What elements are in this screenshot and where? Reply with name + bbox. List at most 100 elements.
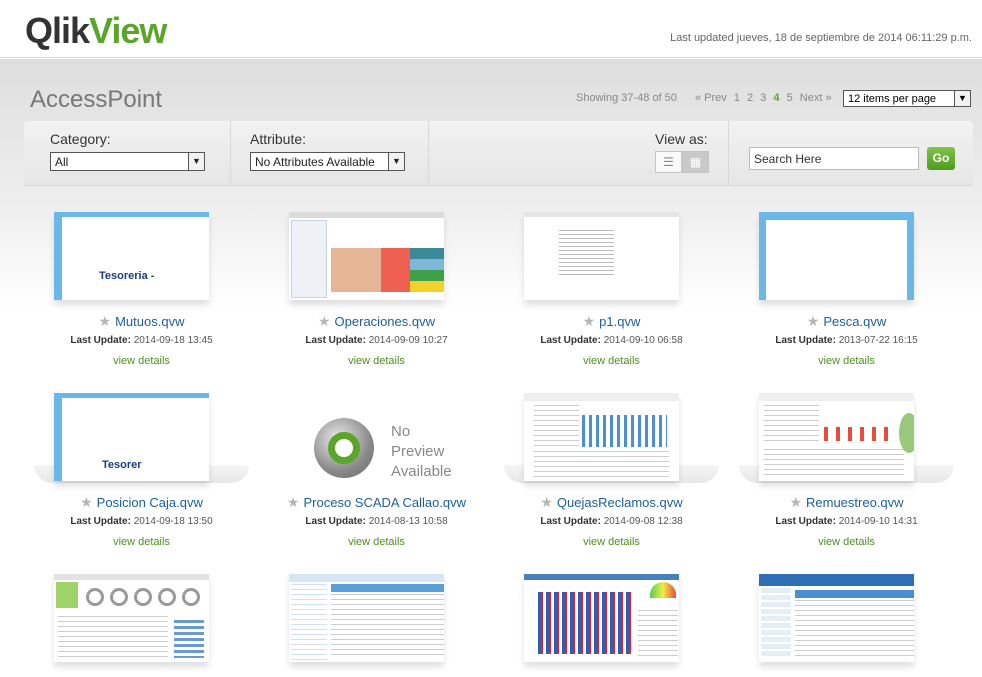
doc-tile: No Preview Available ★ Proceso SCADA Call… <box>259 393 494 563</box>
thumb-title: Tesoreria - <box>99 270 155 282</box>
attribute-select[interactable]: No Attributes Available ▼ <box>250 152 405 171</box>
last-update-value: 2014-09-09 10:27 <box>368 335 448 346</box>
doc-name-row: ★ Proceso SCADA Callao.qvw <box>259 494 494 511</box>
thumb-list <box>291 220 327 298</box>
last-update-value: 2014-09-08 12:38 <box>603 516 683 527</box>
doc-name-link[interactable]: Pesca.qvw <box>823 314 886 329</box>
thumb-block <box>331 248 381 292</box>
doc-tile: ★ Pesca.qvw Last Update: 2013-07-22 16:15… <box>729 212 964 382</box>
go-button[interactable]: Go <box>927 147 955 170</box>
last-update-value: 2013-07-22 16:15 <box>838 335 918 346</box>
doc-name-link[interactable]: Remuestreo.qvw <box>806 495 904 510</box>
last-update-value: 2014-08-13 10:58 <box>368 516 448 527</box>
doc-name-link[interactable]: Mutuos.qvw <box>115 314 184 329</box>
qlik-logo-icon <box>314 418 374 478</box>
view-details-link[interactable]: view details <box>259 355 494 367</box>
thumb-top-bar <box>54 393 209 398</box>
thumb-tabs <box>524 212 679 217</box>
thumb-block <box>56 582 78 608</box>
grid-view-button[interactable]: ▦ <box>682 151 709 173</box>
doc-thumbnail[interactable] <box>524 574 679 662</box>
thumb-block <box>410 281 444 292</box>
thumb-tabs <box>759 574 914 586</box>
logo-text-qlik: Qlik <box>25 10 90 51</box>
view-details-link[interactable]: view details <box>24 355 259 367</box>
category-label: Category: <box>50 131 111 147</box>
last-update-value: 2014-09-10 06:58 <box>603 335 683 346</box>
doc-thumbnail[interactable] <box>759 212 914 300</box>
no-preview-placeholder[interactable]: No Preview Available <box>314 418 454 488</box>
page-link-5[interactable]: 5 <box>787 92 793 104</box>
page-link-1[interactable]: 1 <box>734 92 740 104</box>
chevron-down-icon: ▼ <box>954 91 970 106</box>
divider <box>428 121 429 186</box>
thumb-gauge <box>182 588 200 606</box>
view-details-link[interactable]: view details <box>494 355 729 367</box>
doc-last-update: Last Update: 2014-09-10 06:58 <box>494 335 729 346</box>
thumb-bars <box>824 427 894 441</box>
last-update-value: 2014-09-18 13:45 <box>133 335 213 346</box>
star-icon[interactable]: ★ <box>807 313 820 329</box>
category-select[interactable]: All ▼ <box>50 152 205 171</box>
list-view-button[interactable]: ☰ <box>655 151 682 173</box>
no-preview-line: Preview <box>391 443 445 460</box>
thumb-title: Tesorer <box>102 459 142 471</box>
doc-name-link[interactable]: p1.qvw <box>599 314 640 329</box>
doc-last-update: Last Update: 2014-09-18 13:50 <box>24 516 259 527</box>
doc-name-link[interactable]: Proceso SCADA Callao.qvw <box>303 495 466 510</box>
page-link-3[interactable]: 3 <box>760 92 766 104</box>
qlikview-logo[interactable]: QlikView <box>25 10 167 52</box>
grid-icon: ▦ <box>689 155 702 169</box>
view-details-link[interactable]: view details <box>24 536 259 548</box>
view-details-link[interactable]: view details <box>729 355 964 367</box>
thumb-table <box>534 451 669 477</box>
view-details-link[interactable]: view details <box>259 536 494 548</box>
star-icon[interactable]: ★ <box>80 494 93 510</box>
thumb-table <box>764 449 904 477</box>
doc-thumbnail[interactable]: Tesorer <box>54 393 209 481</box>
doc-thumbnail[interactable] <box>289 212 444 300</box>
last-update-label: Last Update: <box>70 335 131 346</box>
last-update-label: Last Update: <box>540 516 601 527</box>
star-icon[interactable]: ★ <box>99 313 112 329</box>
doc-name-link[interactable]: Operaciones.qvw <box>335 314 435 329</box>
page-link-2[interactable]: 2 <box>747 92 753 104</box>
doc-thumbnail[interactable] <box>289 574 444 662</box>
chevron-down-icon: ▼ <box>188 153 204 170</box>
prev-link[interactable]: « Prev <box>695 92 727 104</box>
doc-last-update: Last Update: 2014-09-10 14:31 <box>729 516 964 527</box>
search-placeholder: Search Here <box>754 152 822 166</box>
page-title: AccessPoint <box>30 86 163 113</box>
search-input[interactable]: Search Here <box>749 147 919 170</box>
doc-thumbnail[interactable] <box>759 393 914 481</box>
star-icon[interactable]: ★ <box>540 494 553 510</box>
star-icon[interactable]: ★ <box>318 313 331 329</box>
thumb-tabs <box>524 393 679 401</box>
thumb-table <box>331 594 444 658</box>
star-icon[interactable]: ★ <box>789 494 802 510</box>
view-details-link[interactable]: view details <box>729 536 964 548</box>
doc-last-update: Last Update: 2014-09-08 12:38 <box>494 516 729 527</box>
thumb-header <box>795 590 914 598</box>
filter-toolbar: Category: All ▼ Attribute: No Attributes … <box>24 121 973 186</box>
doc-name-link[interactable]: QuejasReclamos.qvw <box>557 495 683 510</box>
doc-name-link[interactable]: Posicion Caja.qvw <box>97 495 203 510</box>
star-icon[interactable]: ★ <box>583 313 596 329</box>
last-update-label: Last Update: <box>775 516 836 527</box>
items-per-page-select[interactable]: 12 items per page ▼ <box>843 90 971 107</box>
thumb-table <box>638 610 678 658</box>
thumb-tabs <box>54 574 209 580</box>
doc-thumbnail[interactable] <box>54 574 209 662</box>
doc-thumbnail[interactable] <box>759 574 914 662</box>
doc-thumbnail[interactable]: Tesoreria - <box>54 212 209 300</box>
star-icon[interactable]: ★ <box>287 494 300 510</box>
view-details-link[interactable]: view details <box>494 536 729 548</box>
doc-thumbnail[interactable] <box>524 212 679 300</box>
thumb-gauge <box>158 588 176 606</box>
doc-thumbnail[interactable] <box>524 393 679 481</box>
next-link[interactable]: Next » <box>800 92 832 104</box>
items-per-page-value: 12 items per page <box>848 93 937 105</box>
doc-last-update: Last Update: 2014-09-18 13:45 <box>24 335 259 346</box>
qlik-ring <box>328 432 360 464</box>
page-link-4-current[interactable]: 4 <box>773 92 779 104</box>
